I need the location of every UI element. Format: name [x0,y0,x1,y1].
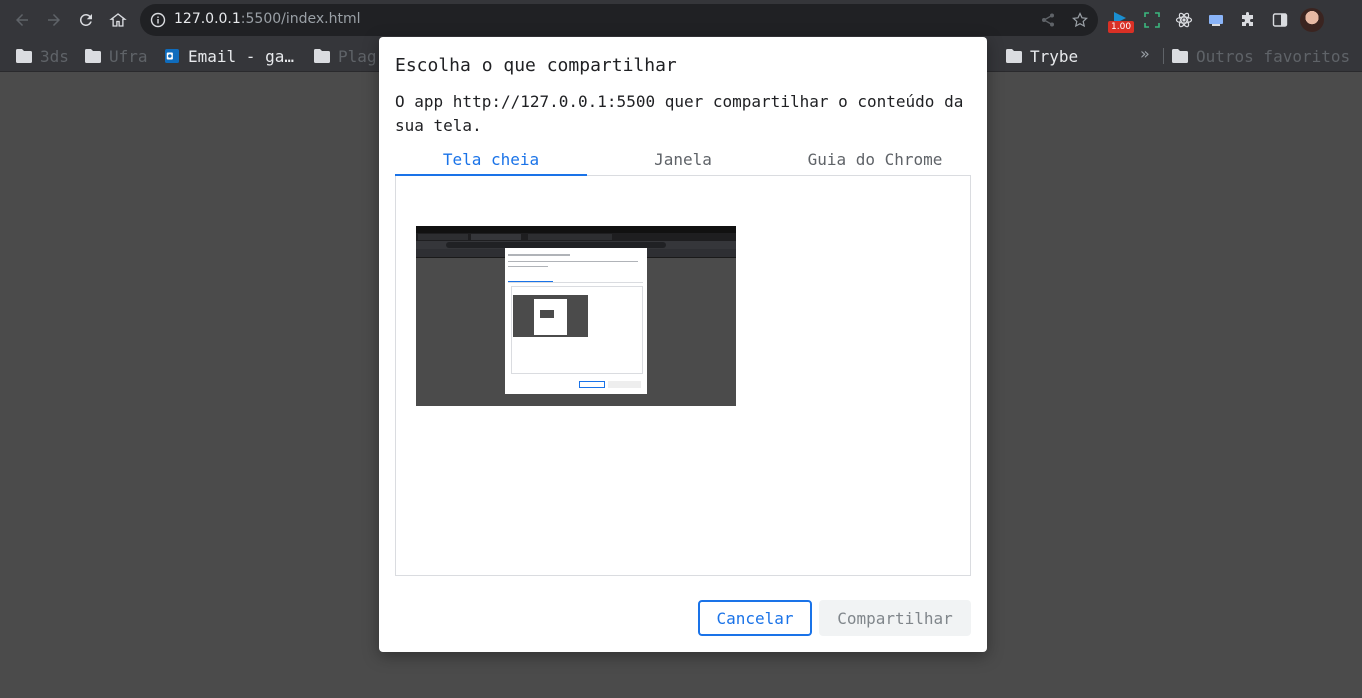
bookmark-folder-trybe[interactable]: Trybe [1006,45,1078,67]
bookmark-email[interactable]: Email - ga… [164,45,294,67]
bookmarks-overflow-chevron[interactable]: » [1140,44,1150,63]
url-text: 127.0.0.1:5500/index.html [174,11,361,27]
folder-icon [314,49,330,63]
reload-icon [79,13,92,26]
address-bar[interactable]: 127.0.0.1:5500/index.html [140,4,1098,36]
bookmark-folder-ufra[interactable]: Ufra [85,45,148,67]
thumb-titlebar [416,226,736,233]
share-screen-dialog: Escolha o que compartilhar O app http://… [379,37,987,652]
url-host: 127.0.0.1 [174,11,241,27]
cancel-button[interactable]: Cancelar [698,600,812,636]
dialog-title: Escolha o que compartilhar [395,55,677,76]
bookmark-label: Ufra [109,46,148,66]
bookmark-label: 3ds [40,46,69,66]
tab-full-screen[interactable]: Tela cheia [395,147,587,176]
bookmark-label: Email - ga… [188,46,294,66]
folder-icon [1006,49,1022,63]
side-panel-icon[interactable] [1270,10,1290,30]
folder-icon [85,49,101,63]
other-bookmarks-label: Outros favoritos [1196,46,1351,66]
thumb-nested-thumbnail [540,310,554,318]
share-button[interactable]: Compartilhar [819,600,971,636]
reload-button[interactable] [74,8,98,32]
arrow-left-icon [16,14,28,26]
arrow-right-icon [48,14,60,26]
bookmarks-divider [1163,48,1164,64]
info-icon[interactable] [150,12,166,28]
source-list-panel [395,176,971,576]
profile-avatar[interactable] [1300,8,1324,32]
bookmark-label: Trybe [1030,46,1079,66]
thumb-tabstrip [416,233,736,241]
extension-badge: 1.00 [1108,21,1135,33]
tab-window[interactable]: Janela [587,147,779,176]
back-button[interactable] [10,8,34,32]
browser-toolbar: 127.0.0.1:5500/index.html 1.00 [0,0,1362,40]
extensions-puzzle-icon[interactable] [1238,10,1258,30]
window-extension-icon[interactable] [1206,10,1226,30]
forward-button[interactable] [42,8,66,32]
screenshot-extension-icon[interactable] [1142,10,1162,30]
bookmark-folder-3ds[interactable]: 3ds [16,45,69,67]
bookmark-label: Plag [338,46,377,66]
share-icon[interactable] [1040,12,1056,28]
star-icon[interactable] [1072,12,1088,28]
screen-thumbnail[interactable] [416,226,736,406]
home-button[interactable] [106,8,130,32]
source-tabs: Tela cheia Janela Guia do Chrome [395,147,971,176]
tab-chrome-tab[interactable]: Guia do Chrome [779,147,971,176]
react-devtools-icon[interactable] [1174,10,1194,30]
bookmark-folder-plag[interactable]: Plag [314,45,377,67]
folder-icon [16,49,32,63]
dialog-description: O app http://127.0.0.1:5500 quer compart… [395,92,964,135]
folder-icon [1172,49,1188,63]
home-icon [109,13,127,27]
other-bookmarks[interactable]: Outros favoritos [1172,45,1350,67]
outlook-icon [165,49,179,63]
url-path: :5500/index.html [240,11,361,27]
